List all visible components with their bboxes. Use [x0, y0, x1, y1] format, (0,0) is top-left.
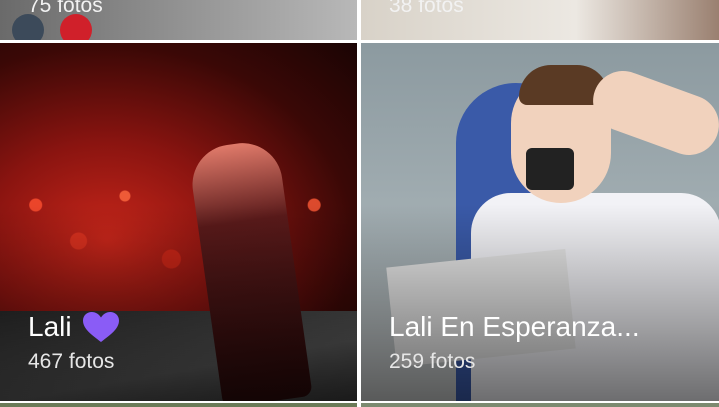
- album-tile-lali[interactable]: Lali 467 fotos: [0, 43, 357, 401]
- heart-icon: [82, 312, 119, 342]
- album-title-row: Lali: [28, 311, 120, 343]
- album-tile-partial-top-left[interactable]: 75 fotos: [0, 0, 357, 40]
- album-cover-phone: [526, 148, 574, 190]
- album-caption: Lali En Esperanza... 259 fotos: [389, 311, 640, 375]
- album-caption: Lali 467 fotos: [28, 311, 120, 375]
- album-title: Lali: [28, 311, 72, 342]
- album-count: 467 fotos: [28, 350, 115, 373]
- album-tile-partial-bottom-left[interactable]: [0, 403, 357, 407]
- album-count: 38 fotos: [389, 0, 464, 17]
- album-title: Lali En Esperanza...: [389, 311, 640, 342]
- album-count: 259 fotos: [389, 350, 476, 373]
- album-tile-partial-top-right[interactable]: 38 fotos: [361, 0, 719, 40]
- album-tile-partial-bottom-right[interactable]: [361, 403, 719, 407]
- album-count: 75 fotos: [28, 0, 103, 17]
- album-tile-lali-en-esperanza[interactable]: Lali En Esperanza... 259 fotos: [361, 43, 719, 401]
